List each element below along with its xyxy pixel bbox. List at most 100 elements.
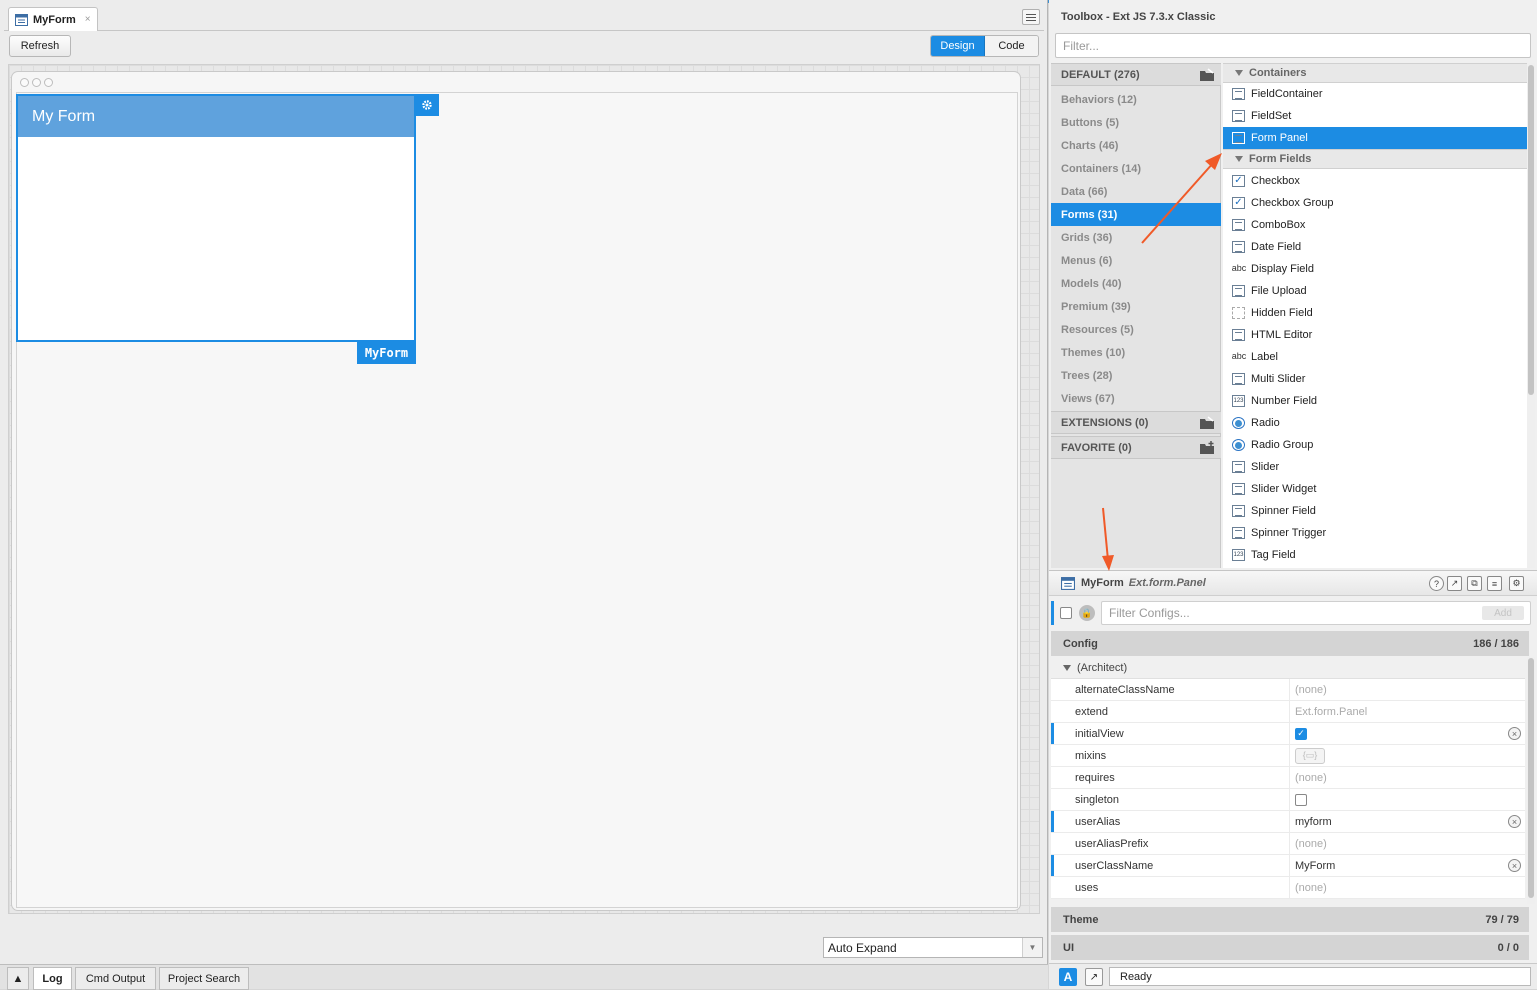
config-section-header[interactable]: Config 186 / 186 (1051, 631, 1529, 656)
config-row-initialview[interactable]: initialView ✓ × (1051, 723, 1525, 745)
config-row-uses[interactable]: uses (none) (1051, 877, 1525, 899)
category-default[interactable]: DEFAULT (276) (1051, 63, 1221, 86)
category-models[interactable]: Models (40) (1051, 272, 1221, 295)
architect-group[interactable]: (Architect) (1051, 657, 1525, 679)
config-value[interactable]: Ext.form.Panel (1289, 701, 1525, 722)
design-button[interactable]: Design (931, 36, 985, 56)
tab-myform[interactable]: MyForm × (8, 7, 98, 31)
clear-value-icon[interactable]: × (1508, 815, 1521, 828)
clear-value-icon[interactable]: × (1508, 859, 1521, 872)
component-hidden-field[interactable]: Hidden Field (1223, 302, 1527, 324)
component-fieldset[interactable]: FieldSet (1223, 105, 1527, 127)
list-icon[interactable]: ≡ (1487, 576, 1502, 591)
auto-save-button[interactable]: A (1059, 968, 1077, 986)
category-buttons[interactable]: Buttons (5) (1051, 111, 1221, 134)
config-value[interactable]: {▭} (1289, 745, 1525, 766)
component-html-editor[interactable]: HTML Editor (1223, 324, 1527, 346)
config-row-useralias[interactable]: userAlias myform × (1051, 811, 1525, 833)
config-value[interactable]: (none) (1289, 679, 1525, 700)
toolbox-scrollbar[interactable] (1527, 63, 1535, 568)
category-themes[interactable]: Themes (10) (1051, 341, 1221, 364)
component-fieldcontainer[interactable]: FieldContainer (1223, 83, 1527, 105)
config-filter-input[interactable]: Filter Configs... Add (1101, 601, 1531, 625)
ui-section-header[interactable]: UI 0 / 0 (1051, 935, 1529, 960)
component-display-field[interactable]: abc Display Field (1223, 258, 1527, 280)
config-row-mixins[interactable]: mixins {▭} (1051, 745, 1525, 767)
field-icon (1232, 527, 1245, 539)
category-views[interactable]: Views (67) (1051, 387, 1221, 410)
category-behaviors[interactable]: Behaviors (12) (1051, 88, 1221, 111)
expand-up-icon[interactable]: ▲ (7, 967, 29, 990)
component-name-tag[interactable]: MyForm (357, 342, 416, 364)
category-premium[interactable]: Premium (39) (1051, 295, 1221, 318)
group-form-fields[interactable]: Form Fields (1223, 149, 1527, 169)
config-row-userclassname[interactable]: userClassName MyForm × (1051, 855, 1525, 877)
component-date-field[interactable]: Date Field (1223, 236, 1527, 258)
component-label[interactable]: abc Label (1223, 346, 1527, 368)
export-icon[interactable]: ↗ (1447, 576, 1462, 591)
refresh-button[interactable]: Refresh (9, 35, 71, 57)
add-config-button[interactable]: Add (1482, 606, 1524, 620)
component-checkbox-group[interactable]: Checkbox Group (1223, 192, 1527, 214)
gear-icon[interactable] (415, 94, 439, 116)
config-value[interactable]: (none) (1289, 877, 1525, 898)
editor-menu-icon[interactable] (1022, 9, 1040, 25)
category-favorite[interactable]: FAVORITE (0) (1051, 436, 1221, 459)
help-icon[interactable]: ? (1429, 576, 1444, 591)
settings-gear-icon[interactable]: ⚙ (1509, 576, 1524, 591)
select-all-checkbox[interactable] (1060, 607, 1072, 619)
toolbox-filter-input[interactable]: Filter... (1055, 33, 1531, 58)
chevron-down-icon[interactable]: ▼ (1022, 938, 1042, 957)
object-editor-icon[interactable]: {▭} (1295, 747, 1325, 764)
category-charts[interactable]: Charts (46) (1051, 134, 1221, 157)
clear-value-icon[interactable]: × (1508, 727, 1521, 740)
config-value[interactable]: ✓ × (1289, 723, 1525, 744)
config-value[interactable] (1289, 789, 1525, 810)
component-radio-group[interactable]: Radio Group (1223, 434, 1527, 456)
config-value[interactable]: MyForm × (1289, 855, 1525, 876)
config-scrollbar[interactable] (1527, 657, 1535, 904)
config-value[interactable]: myform × (1289, 811, 1525, 832)
category-trees[interactable]: Trees (28) (1051, 364, 1221, 387)
open-external-icon[interactable]: ↗ (1085, 968, 1103, 986)
component-slider[interactable]: Slider (1223, 456, 1527, 478)
component-multi-slider[interactable]: Multi Slider (1223, 368, 1527, 390)
tab-project-search[interactable]: Project Search (159, 967, 249, 990)
component-combobox[interactable]: ComboBox (1223, 214, 1527, 236)
config-row-alternateclassname[interactable]: alternateClassName (none) (1051, 679, 1525, 701)
tab-close-icon[interactable]: × (85, 14, 91, 25)
component-spinner-field[interactable]: Spinner Field (1223, 500, 1527, 522)
category-data[interactable]: Data (66) (1051, 180, 1221, 203)
duplicate-icon[interactable]: ⧉ (1467, 576, 1482, 591)
auto-expand-select[interactable]: Auto Expand ▼ (823, 937, 1043, 958)
category-grids[interactable]: Grids (36) (1051, 226, 1221, 249)
group-containers[interactable]: Containers (1223, 63, 1527, 83)
config-row-singleton[interactable]: singleton (1051, 789, 1525, 811)
category-menus[interactable]: Menus (6) (1051, 249, 1221, 272)
component-checkbox[interactable]: Checkbox (1223, 170, 1527, 192)
component-radio[interactable]: Radio (1223, 412, 1527, 434)
tab-cmd-output[interactable]: Cmd Output (75, 967, 156, 990)
component-form-panel[interactable]: Form Panel (1223, 127, 1527, 149)
category-forms[interactable]: Forms (31) (1051, 203, 1221, 226)
tab-log[interactable]: Log (33, 967, 72, 990)
lock-icon[interactable]: 🔒 (1079, 605, 1095, 621)
category-extensions[interactable]: EXTENSIONS (0) (1051, 411, 1221, 434)
code-button[interactable]: Code (985, 36, 1038, 56)
config-row-requires[interactable]: requires (none) (1051, 767, 1525, 789)
form-panel-component[interactable]: My Form (16, 94, 416, 342)
config-value[interactable]: (none) (1289, 767, 1525, 788)
component-file-upload[interactable]: File Upload (1223, 280, 1527, 302)
component-tag-field[interactable]: 123 Tag Field (1223, 544, 1527, 566)
component-slider-widget[interactable]: Slider Widget (1223, 478, 1527, 500)
category-resources[interactable]: Resources (5) (1051, 318, 1221, 341)
category-containers[interactable]: Containers (14) (1051, 157, 1221, 180)
config-value[interactable]: (none) (1289, 833, 1525, 854)
component-spinner-trigger[interactable]: Spinner Trigger (1223, 522, 1527, 544)
component-number-field[interactable]: 123 Number Field (1223, 390, 1527, 412)
theme-section-header[interactable]: Theme 79 / 79 (1051, 907, 1529, 932)
config-row-extend[interactable]: extend Ext.form.Panel (1051, 701, 1525, 723)
config-checkbox[interactable] (1295, 793, 1307, 806)
config-checkbox[interactable]: ✓ (1295, 727, 1307, 740)
config-row-useraliasprefix[interactable]: userAliasPrefix (none) (1051, 833, 1525, 855)
